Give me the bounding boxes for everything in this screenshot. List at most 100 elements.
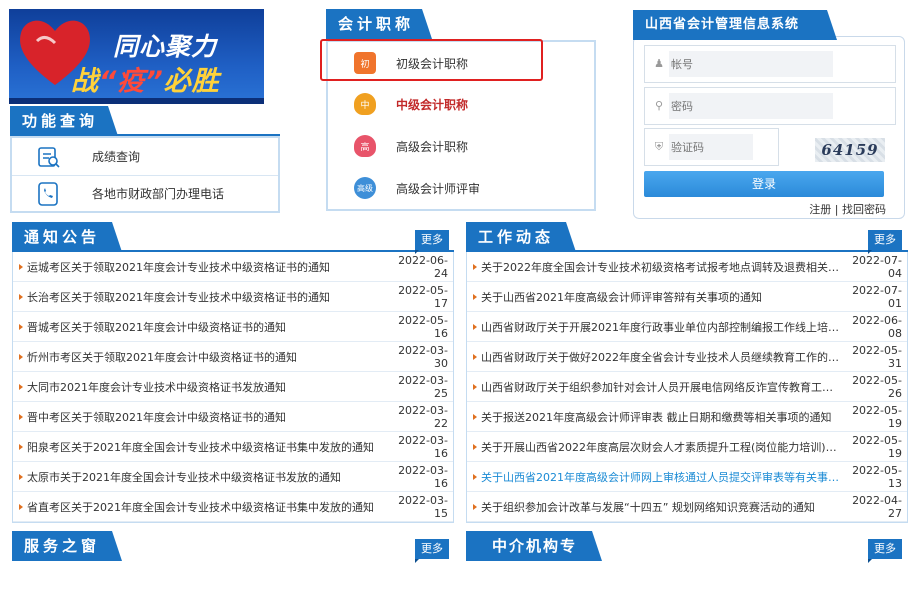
list-item[interactable]: 省直考区关于2021年度全国会计专业技术中级资格证书集中发放的通知 2022-03… xyxy=(13,492,453,522)
list-item-date: 2022-03-25 xyxy=(398,373,448,400)
work-list: 关于2022年度全国会计专业技术初级资格考试报考地点调转及退费相关工作... 20… xyxy=(466,252,908,523)
password-field[interactable]: ⚲ xyxy=(644,87,896,125)
list-item-title[interactable]: 山西省财政厅关于组织参加针对会计人员开展电信网络反诈宣传教育工作的... xyxy=(481,379,840,395)
account-input[interactable] xyxy=(669,51,833,77)
list-item-title[interactable]: 关于山西省2021年度高级会计师网上审核通过人员提交评审表等有关事项的... xyxy=(481,469,840,485)
login-title: 山西省会计管理信息系统 xyxy=(633,10,837,40)
agency-more-button[interactable]: 更多 xyxy=(868,539,902,563)
notice-more-button[interactable]: 更多 xyxy=(415,230,449,254)
list-item[interactable]: 长治考区关于领取2021年度会计专业技术中级资格证书的通知 2022-05-17 xyxy=(13,282,453,312)
captcha-image[interactable]: 64159 xyxy=(815,138,885,162)
list-item-title[interactable]: 忻州市考区关于领取2021年度会计中级资格证书的通知 xyxy=(27,349,386,365)
password-input[interactable] xyxy=(669,93,833,119)
list-item[interactable]: 晋城考区关于领取2021年度会计中级资格证书的通知 2022-05-16 xyxy=(13,312,453,342)
score-query-item[interactable]: 成绩查询 xyxy=(12,138,278,176)
bullet-arrow-icon xyxy=(473,383,477,390)
list-item[interactable]: 关于报送2021年度高级会计师评审表 截止日期和缴费等相关事项的通知 2022-0… xyxy=(467,402,907,432)
score-query-icon xyxy=(38,146,60,168)
list-item-date: 2022-05-13 xyxy=(852,463,902,490)
list-item-title[interactable]: 关于组织参加会计改革与发展“十四五” 规划网络知识竞赛活动的通知 xyxy=(481,499,840,515)
login-box: ♟ ⚲ ⛨ 64159 登录 注册 | 找回密码 xyxy=(633,36,905,219)
recover-password-link[interactable]: 找回密码 xyxy=(842,203,886,216)
list-item-title[interactable]: 大同市2021年度会计专业技术中级资格证书发放通知 xyxy=(27,379,386,395)
list-item-title[interactable]: 关于开展山西省2022年度高层次财会人才素质提升工程(岗位能力培训)工作... xyxy=(481,439,840,455)
list-item[interactable]: 太原市关于2021年度全国会计专业技术中级资格证书发放的通知 2022-03-16 xyxy=(13,462,453,492)
list-item-title[interactable]: 长治考区关于领取2021年度会计专业技术中级资格证书的通知 xyxy=(27,289,386,305)
work-more-button[interactable]: 更多 xyxy=(868,230,902,254)
list-item[interactable]: 关于山西省2021年度高级会计师网上审核通过人员提交评审表等有关事项的... 20… xyxy=(467,462,907,492)
list-item[interactable]: 关于山西省2021年度高级会计师评审答辩有关事项的通知 2022-07-01 xyxy=(467,282,907,312)
func-query-tab: 功能查询 xyxy=(10,106,118,136)
list-item[interactable]: 山西省财政厅关于做好2022年度全省会计专业技术人员继续教育工作的通知 2022-… xyxy=(467,342,907,372)
bullet-arrow-icon xyxy=(19,413,23,420)
register-link[interactable]: 注册 xyxy=(809,203,831,216)
bullet-arrow-icon xyxy=(19,443,23,450)
func-query-box: 成绩查询 各地市财政部门办理电话 xyxy=(10,136,280,213)
score-query-label: 成绩查询 xyxy=(92,150,141,164)
work-tab: 工作动态 xyxy=(466,222,576,252)
list-item[interactable]: 晋中考区关于领取2021年度会计中级资格证书的通知 2022-03-22 xyxy=(13,402,453,432)
login-button[interactable]: 登录 xyxy=(644,171,884,197)
list-item[interactable]: 大同市2021年度会计专业技术中级资格证书发放通知 2022-03-25 xyxy=(13,372,453,402)
bullet-arrow-icon xyxy=(473,353,477,360)
list-item-title[interactable]: 山西省财政厅关于开展2021年度行政事业单位内部控制编报工作线上培训的... xyxy=(481,319,840,335)
service-tab: 服务之窗 xyxy=(12,531,122,561)
bullet-arrow-icon xyxy=(473,323,477,330)
kjzc-senior-label: 高级会计职称 xyxy=(396,139,469,154)
list-item-title[interactable]: 运城考区关于领取2021年度会计专业技术中级资格证书的通知 xyxy=(27,259,386,275)
banner-line1: 同心聚力 xyxy=(113,32,218,61)
list-item[interactable]: 阳泉考区关于2021年度全国会计专业技术中级资格证书集中发放的通知 2022-03… xyxy=(13,432,453,462)
phone-directory-label: 各地市财政部门办理电话 xyxy=(92,187,225,201)
bullet-arrow-icon xyxy=(473,293,477,300)
kjzc-middle-label: 中级会计职称 xyxy=(396,97,469,112)
captcha-field[interactable]: ⛨ xyxy=(644,128,779,166)
links-separator: | xyxy=(834,203,839,216)
list-item-date: 2022-05-19 xyxy=(852,403,902,430)
kjzc-middle-item[interactable]: 中 中级会计职称 xyxy=(348,85,586,123)
captcha-input[interactable] xyxy=(669,134,753,160)
bullet-arrow-icon xyxy=(19,353,23,360)
list-item-date: 2022-03-16 xyxy=(398,433,448,460)
service-more-button[interactable]: 更多 xyxy=(415,539,449,563)
kjzc-review-item[interactable]: 高级 高级会计师评审 xyxy=(348,169,586,207)
list-item-title[interactable]: 阳泉考区关于2021年度全国会计专业技术中级资格证书集中发放的通知 xyxy=(27,439,386,455)
list-item[interactable]: 山西省财政厅关于组织参加针对会计人员开展电信网络反诈宣传教育工作的... 2022… xyxy=(467,372,907,402)
bullet-arrow-icon xyxy=(19,473,23,480)
review-badge-icon: 高级 xyxy=(354,177,376,199)
list-item-title[interactable]: 山西省财政厅关于做好2022年度全省会计专业技术人员继续教育工作的通知 xyxy=(481,349,840,365)
list-item[interactable]: 忻州市考区关于领取2021年度会计中级资格证书的通知 2022-03-30 xyxy=(13,342,453,372)
list-item-date: 2022-05-26 xyxy=(852,373,902,400)
list-item[interactable]: 山西省财政厅关于开展2021年度行政事业单位内部控制编报工作线上培训的... 20… xyxy=(467,312,907,342)
list-item-title[interactable]: 晋中考区关于领取2021年度会计中级资格证书的通知 xyxy=(27,409,386,425)
shield-icon: ⛨ xyxy=(654,140,664,153)
bullet-arrow-icon xyxy=(473,473,477,480)
agency-tab: 中介机构专栏 xyxy=(466,531,602,585)
middle-shield-icon: 中 xyxy=(354,93,376,115)
list-item[interactable]: 运城考区关于领取2021年度会计专业技术中级资格证书的通知 2022-06-24 xyxy=(13,252,453,282)
account-field[interactable]: ♟ xyxy=(644,45,896,83)
list-item-title[interactable]: 太原市关于2021年度全国会计专业技术中级资格证书发放的通知 xyxy=(27,469,386,485)
bullet-arrow-icon xyxy=(19,383,23,390)
banner-image[interactable]: 同心聚力 战“疫”必胜 xyxy=(9,9,264,104)
kjzc-senior-item[interactable]: 高 高级会计职称 xyxy=(348,127,586,165)
phone-directory-item[interactable]: 各地市财政部门办理电话 xyxy=(12,175,278,212)
list-item-title[interactable]: 关于2022年度全国会计专业技术初级资格考试报考地点调转及退费相关工作... xyxy=(481,259,840,275)
list-item-date: 2022-03-16 xyxy=(398,463,448,490)
bullet-arrow-icon xyxy=(19,323,23,330)
list-item-title[interactable]: 晋城考区关于领取2021年度会计中级资格证书的通知 xyxy=(27,319,386,335)
list-item-title[interactable]: 省直考区关于2021年度全国会计专业技术中级资格证书集中发放的通知 xyxy=(27,499,386,515)
list-item-title[interactable]: 关于报送2021年度高级会计师评审表 截止日期和缴费等相关事项的通知 xyxy=(481,409,840,425)
list-item-date: 2022-05-16 xyxy=(398,313,448,340)
highlight-box xyxy=(320,39,543,81)
list-item-date: 2022-06-08 xyxy=(852,313,902,340)
list-item[interactable]: 关于2022年度全国会计专业技术初级资格考试报考地点调转及退费相关工作... 20… xyxy=(467,252,907,282)
list-item-date: 2022-03-30 xyxy=(398,343,448,370)
bullet-arrow-icon xyxy=(19,293,23,300)
list-item-date: 2022-06-24 xyxy=(398,253,448,280)
list-item[interactable]: 关于开展山西省2022年度高层次财会人才素质提升工程(岗位能力培训)工作... 2… xyxy=(467,432,907,462)
list-item-date: 2022-05-31 xyxy=(852,343,902,370)
list-item-title[interactable]: 关于山西省2021年度高级会计师评审答辩有关事项的通知 xyxy=(481,289,840,305)
list-item[interactable]: 关于组织参加会计改革与发展“十四五” 规划网络知识竞赛活动的通知 2022-04-… xyxy=(467,492,907,522)
banner-bar xyxy=(9,98,264,104)
notice-tab: 通知公告 xyxy=(12,222,122,252)
